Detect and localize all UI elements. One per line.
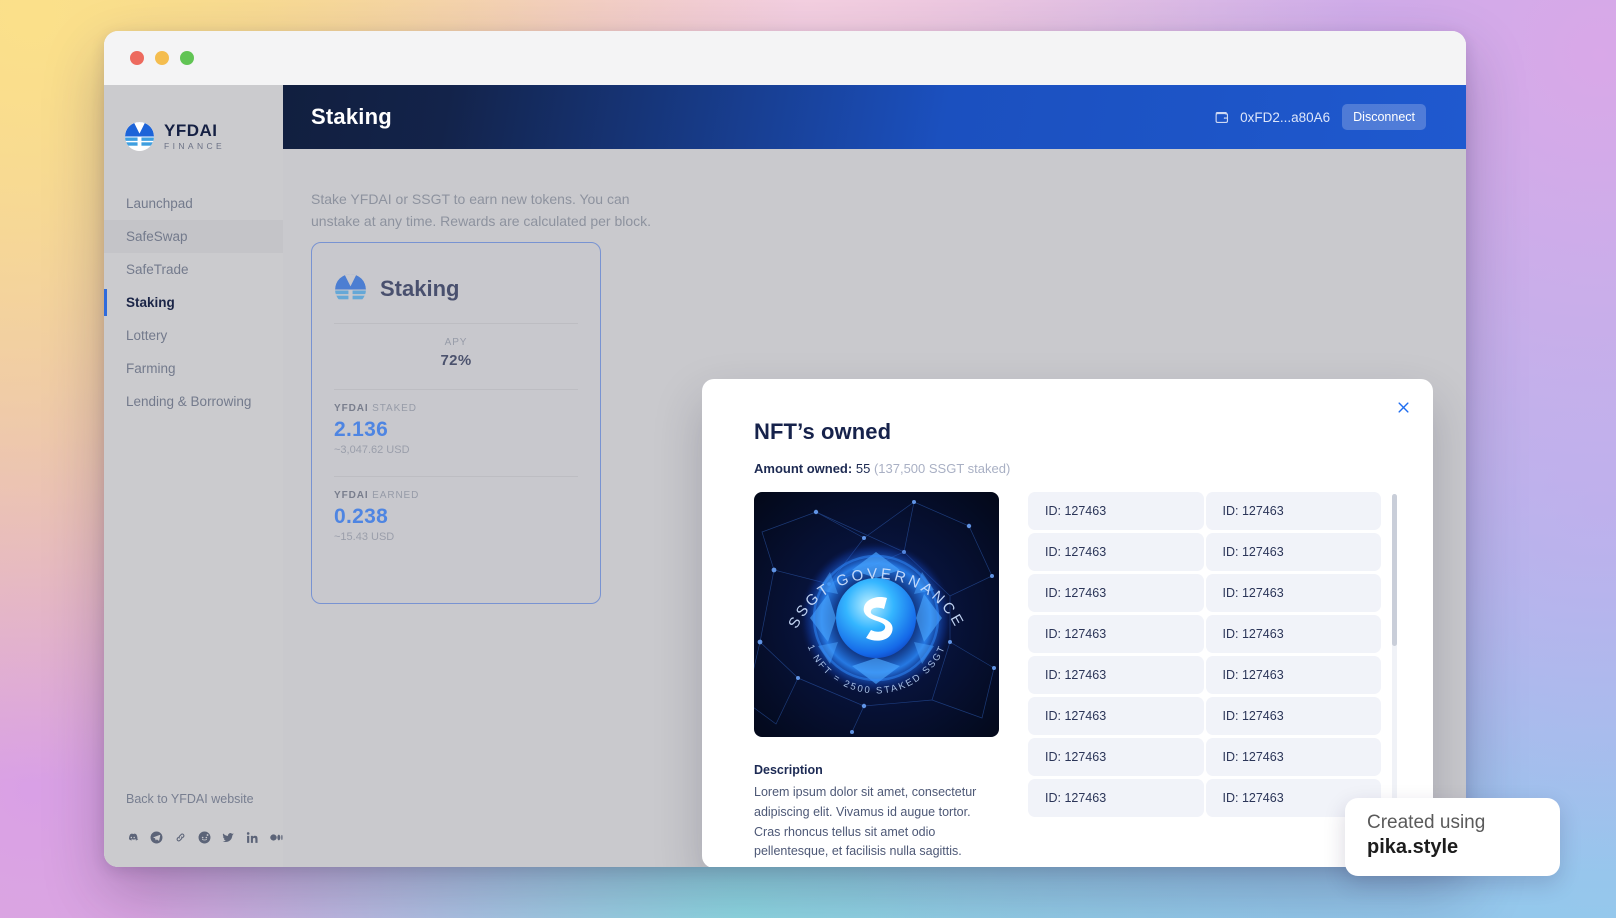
sidebar-item-safeswap[interactable]: SafeSwap	[104, 220, 283, 253]
reddit-icon[interactable]	[198, 830, 211, 845]
amount-owned-value: 55	[855, 461, 871, 476]
ssgt-governance-nft-artwork: SSGT GOVERNANCE 1 NFT = 2500 STAKED SSGT	[754, 492, 999, 737]
list-item[interactable]: ID: 127463	[1205, 615, 1381, 653]
main-column: Staking 0xFD2...a80A6 Disconnect Stake Y…	[283, 85, 1466, 867]
linkedin-icon[interactable]	[246, 830, 259, 845]
social-links	[126, 830, 283, 845]
disconnect-button[interactable]: Disconnect	[1342, 104, 1426, 130]
medium-icon[interactable]	[270, 830, 283, 845]
sidebar-item-staking[interactable]: Staking	[104, 286, 283, 319]
wallet-icon	[1215, 111, 1229, 123]
page-title: Staking	[311, 104, 392, 129]
window-minimize-button[interactable]	[155, 51, 169, 65]
list-item[interactable]: ID: 127463	[1028, 697, 1204, 735]
nft-artwork-column: SSGT GOVERNANCE 1 NFT = 2500 STAKED SSGT…	[754, 492, 999, 862]
sidebar-item-label: SafeTrade	[126, 262, 189, 277]
list-item[interactable]: ID: 127463	[1028, 492, 1204, 530]
sidebar: YFDAI FINANCE Launchpad SafeSwap SafeTra…	[104, 85, 283, 867]
link-icon[interactable]	[174, 830, 187, 845]
list-item[interactable]: ID: 127463	[1028, 533, 1204, 571]
browser-window: YFDAI FINANCE Launchpad SafeSwap SafeTra…	[104, 31, 1466, 867]
yfdai-logo-icon	[124, 121, 155, 151]
modal-title: NFT’s owned	[754, 419, 892, 444]
amount-owned-line: Amount owned: 55 (137,500 SSGT staked)	[754, 461, 1397, 476]
sidebar-item-farming[interactable]: Farming	[104, 352, 283, 385]
app-root: YFDAI FINANCE Launchpad SafeSwap SafeTra…	[104, 85, 1466, 867]
pika-line-2: pika.style	[1367, 835, 1459, 858]
sidebar-footer: Back to YFDAI website	[104, 790, 283, 867]
sidebar-item-label: SafeSwap	[126, 229, 188, 244]
list-item[interactable]: ID: 127463	[1205, 656, 1381, 694]
sidebar-item-label: Farming	[126, 361, 176, 376]
topbar: Staking 0xFD2...a80A6 Disconnect	[283, 85, 1466, 149]
nft-ids-column: ID: 127463 ID: 127463 ID: 127463 ID: 127…	[1028, 492, 1397, 862]
content-area: Stake YFDAI or SSGT to earn new tokens. …	[283, 149, 1466, 867]
list-item[interactable]: ID: 127463	[1028, 738, 1204, 776]
list-item[interactable]: ID: 127463	[1205, 738, 1381, 776]
back-to-website-link[interactable]: Back to YFDAI website	[126, 792, 254, 806]
window-titlebar	[104, 31, 1466, 85]
wallet-area: 0xFD2...a80A6 Disconnect	[1214, 104, 1426, 130]
amount-owned-label: Amount owned:	[754, 461, 853, 476]
sidebar-item-label: Staking	[126, 295, 175, 310]
pika-line-1: Created using	[1367, 812, 1486, 833]
window-close-button[interactable]	[130, 51, 144, 65]
scrollbar-thumb[interactable]	[1392, 494, 1397, 646]
logo-title: YFDAI	[164, 120, 218, 140]
twitter-icon[interactable]	[222, 830, 235, 845]
sidebar-item-label: Lending & Borrowing	[126, 394, 252, 409]
list-item[interactable]: ID: 127463	[1205, 492, 1381, 530]
nft-ids-scroll-area[interactable]: ID: 127463 ID: 127463 ID: 127463 ID: 127…	[1028, 492, 1397, 821]
list-item[interactable]: ID: 127463	[1205, 574, 1381, 612]
sidebar-logo[interactable]: YFDAI FINANCE	[104, 85, 283, 163]
close-x-glyph	[1397, 401, 1409, 413]
page-backdrop: YFDAI FINANCE Launchpad SafeSwap SafeTra…	[0, 0, 1616, 918]
sidebar-item-lending-borrowing[interactable]: Lending & Borrowing	[104, 385, 283, 418]
sidebar-item-label: Lottery	[126, 328, 168, 343]
list-item[interactable]: ID: 127463	[1205, 697, 1381, 735]
sidebar-nav: Launchpad SafeSwap SafeTrade Staking Lot…	[104, 187, 283, 418]
close-icon[interactable]	[1392, 396, 1414, 418]
nfts-owned-modal: NFT’s owned Amount owned: 55 (137,500 SS…	[702, 379, 1433, 867]
sidebar-item-label: Launchpad	[126, 196, 193, 211]
window-zoom-button[interactable]	[180, 51, 194, 65]
sidebar-item-safetrade[interactable]: SafeTrade	[104, 253, 283, 286]
wallet-chip[interactable]: 0xFD2...a80A6	[1214, 109, 1330, 126]
wallet-address: 0xFD2...a80A6	[1240, 109, 1331, 125]
description-body: Lorem ipsum dolor sit amet, consectetur …	[754, 785, 977, 859]
sidebar-item-lottery[interactable]: Lottery	[104, 319, 283, 352]
list-item[interactable]: ID: 127463	[1028, 574, 1204, 612]
logo-subtitle: FINANCE	[164, 140, 226, 151]
modal-body: SSGT GOVERNANCE 1 NFT = 2500 STAKED SSGT…	[754, 492, 1397, 862]
list-item[interactable]: ID: 127463	[1028, 656, 1204, 694]
list-item[interactable]: ID: 127463	[1028, 779, 1204, 817]
pika-watermark: Created using pika.style	[1345, 798, 1560, 876]
description-title: Description	[754, 763, 823, 777]
telegram-icon[interactable]	[150, 830, 163, 845]
list-item[interactable]: ID: 127463	[1028, 615, 1204, 653]
sidebar-item-launchpad[interactable]: Launchpad	[104, 187, 283, 220]
nft-ids-grid: ID: 127463 ID: 127463 ID: 127463 ID: 127…	[1028, 492, 1381, 820]
amount-owned-note: (137,500 SSGT staked)	[873, 461, 1011, 476]
discord-icon[interactable]	[126, 830, 139, 845]
list-item[interactable]: ID: 127463	[1205, 533, 1381, 571]
